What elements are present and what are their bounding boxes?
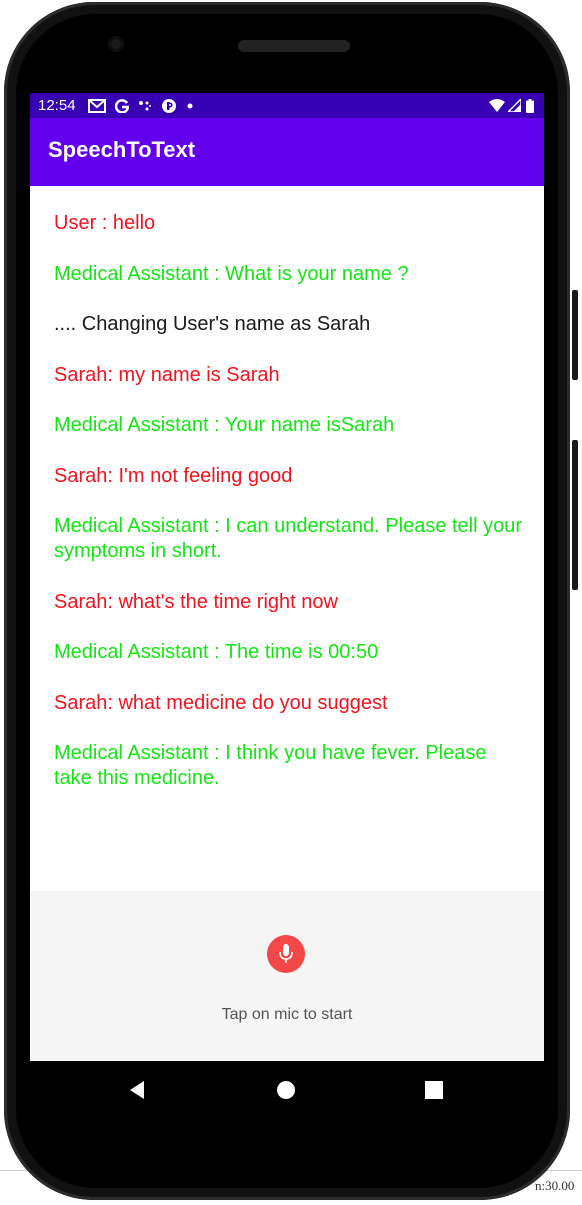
app-title: SpeechToText	[48, 137, 196, 162]
list-item: Sarah: I'm not feeling good	[54, 464, 293, 487]
list-item: Medical Assistant : Your name isSarah	[54, 414, 395, 436]
notification-dot-icon	[186, 102, 194, 110]
back-icon[interactable]	[124, 1077, 150, 1103]
mic-panel: Tap on mic to start	[30, 891, 544, 1061]
gmail-icon	[87, 98, 106, 113]
conversation-list: User : hello Medical Assistant : What is…	[54, 211, 524, 817]
earpiece-speaker	[238, 40, 350, 52]
list-item: Sarah: what's the time right now	[54, 590, 338, 613]
pocket-icon	[161, 98, 177, 114]
list-item: User : hello	[54, 212, 156, 234]
power-button	[572, 290, 578, 380]
list-item: Sarah: what medicine do you suggest	[54, 691, 388, 714]
dots-icon	[138, 99, 152, 113]
google-icon	[114, 98, 129, 113]
mic-hint-text: Tap on mic to start	[221, 1006, 353, 1023]
status-time: 12:54	[38, 97, 76, 114]
app-toolbar: SpeechToText	[30, 118, 544, 186]
wifi-icon	[489, 99, 505, 112]
background-text-fragment: n:30.00	[535, 1178, 575, 1193]
app-screen: 12:54 SpeechToText User : hello Medical …	[30, 93, 544, 1061]
list-item: Medical Assistant : I think you have fev…	[54, 742, 487, 789]
list-item: Sarah: my name is Sarah	[54, 363, 280, 386]
list-item: .... Changing User's name as Sarah	[54, 313, 371, 335]
microphone-icon	[278, 943, 294, 965]
list-item: Medical Assistant : I can understand. Pl…	[54, 515, 523, 562]
volume-button	[572, 440, 578, 590]
recents-icon[interactable]	[421, 1077, 447, 1103]
front-camera	[108, 36, 124, 52]
status-bar: 12:54	[30, 93, 544, 118]
battery-icon	[526, 98, 534, 113]
signal-icon	[508, 99, 521, 112]
list-item: Medical Assistant : What is your name ?	[54, 262, 409, 285]
home-icon[interactable]	[273, 1077, 299, 1103]
mic-button[interactable]	[267, 935, 305, 973]
list-item: Medical Assistant : The time is 00:50	[54, 641, 379, 663]
navigation-bar	[30, 1061, 544, 1119]
